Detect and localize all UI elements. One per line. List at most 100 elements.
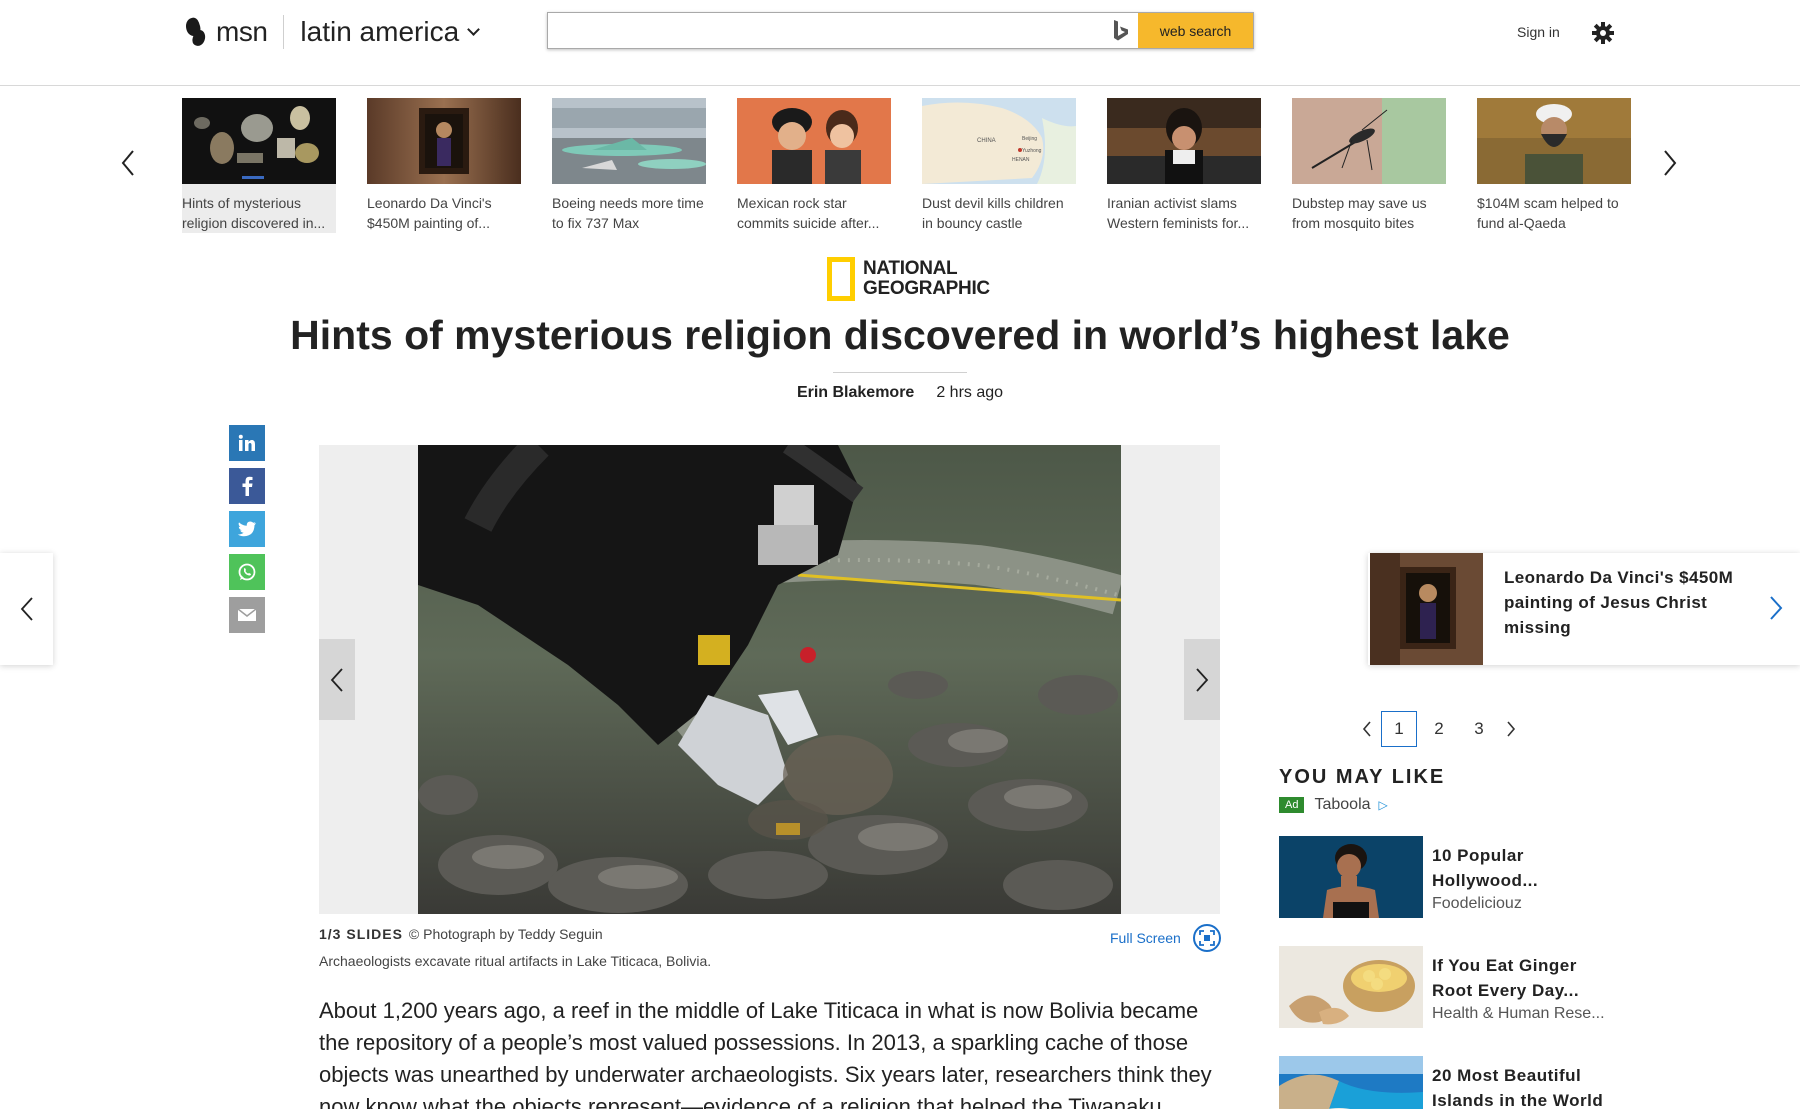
chevron-left-icon — [1362, 721, 1371, 737]
publish-time: 2 hrs ago — [936, 384, 1004, 401]
market-label: latin america — [300, 16, 460, 47]
chevron-right-icon — [1766, 593, 1786, 623]
next-article-thumbnail — [1370, 553, 1483, 665]
brand-text: msn — [216, 16, 268, 47]
photo-credit: © Photograph by Teddy Seguin — [408, 926, 603, 942]
page-3[interactable]: 3 — [1461, 711, 1497, 747]
ad-badge: Ad — [1279, 797, 1305, 813]
chevron-right-icon — [1196, 667, 1209, 692]
byline: Erin Blakemore 2 hrs ago — [0, 384, 1800, 402]
carousel-item-label: Dust devil kills children in bouncy cast… — [922, 195, 1064, 231]
page-next-button[interactable] — [1499, 717, 1523, 741]
recommendation-item[interactable]: If You Eat Ginger Root Every Day... Heal… — [1279, 946, 1609, 1028]
page-title: Hints of mysterious religion discovered … — [290, 312, 1510, 358]
slide-info: 1/3 SLIDES © Photograph by Teddy Seguin — [319, 926, 1220, 942]
gear-icon[interactable] — [1591, 21, 1615, 45]
carousel-item[interactable]: Iranian activist slams Western feminists… — [1107, 98, 1261, 233]
sign-in-link[interactable]: Sign in — [1517, 24, 1560, 40]
carousel-thumbnail — [1477, 98, 1631, 184]
next-article-card[interactable]: Leonardo Da Vinci's $450M painting of Je… — [1368, 553, 1800, 665]
article-body: About 1,200 years ago, a reef in the mid… — [319, 998, 1212, 1109]
whatsapp-icon[interactable] — [229, 554, 265, 590]
carousel-item-label: Boeing needs more time to fix 737 Max — [552, 195, 704, 231]
page-1[interactable]: 1 — [1381, 711, 1417, 747]
news-carousel: Hints of mysterious religion discovered … — [0, 96, 1800, 236]
web-search-button[interactable]: web search — [1138, 13, 1253, 48]
pagination: 1 2 3 — [1355, 711, 1523, 747]
full-screen-button[interactable]: Full Screen — [1110, 924, 1221, 952]
source-name: NATIONAL GEOGRAPHIC — [863, 259, 990, 299]
map-label: Beijing — [1022, 136, 1037, 142]
page-prev-button[interactable] — [1355, 717, 1379, 741]
page-2[interactable]: 2 — [1421, 711, 1457, 747]
slide-image[interactable] — [418, 445, 1121, 914]
sponsor-line[interactable]: Ad Taboola ▷ — [1279, 796, 1388, 814]
bing-icon — [1104, 13, 1138, 48]
carousel-item-label: Iranian activist slams Western feminists… — [1107, 195, 1250, 231]
national-geographic-logo[interactable]: NATIONAL GEOGRAPHIC — [827, 256, 990, 302]
chevron-right-icon — [1507, 721, 1516, 737]
search-box: web search — [547, 12, 1254, 49]
facebook-icon[interactable] — [229, 468, 265, 504]
carousel-thumbnail: CHINA Beijing Yuzhong HENAN — [922, 98, 1076, 184]
recommendation-title: 10 Popular Hollywood... — [1432, 846, 1539, 890]
carousel-prev-button[interactable] — [118, 148, 138, 178]
map-label: CHINA — [977, 138, 996, 144]
carousel-item[interactable]: CHINA Beijing Yuzhong HENAN Dust devil k… — [922, 98, 1076, 233]
carousel-item-label: Dubstep may save us from mosquito bites — [1292, 195, 1427, 231]
next-article-title: Leonardo Da Vinci's $450M painting of Je… — [1504, 568, 1734, 637]
previous-article-button[interactable] — [0, 553, 53, 665]
you-may-like-heading: YOU MAY LIKE — [1279, 766, 1446, 788]
search-input[interactable] — [548, 13, 1104, 48]
market-selector[interactable]: latin america — [300, 16, 481, 48]
chevron-down-icon — [467, 22, 481, 36]
yellow-frame-icon — [827, 257, 855, 301]
map-label: Yuzhong — [1022, 148, 1042, 154]
recommendation-thumbnail — [1279, 1056, 1423, 1109]
chevron-left-icon — [330, 667, 343, 692]
recommendation-thumbnail — [1279, 836, 1423, 918]
source-line-2: GEOGRAPHIC — [863, 278, 990, 299]
recommendation-source: Health & Human Rese... — [1432, 1005, 1605, 1022]
slide-counter: 1/3 SLIDES — [319, 926, 403, 942]
carousel-item-label: $104M scam helped to fund al-Qaeda — [1477, 195, 1619, 231]
recommendation-item[interactable]: 10 Popular Hollywood... Foodeliciouz — [1279, 836, 1609, 918]
slide-next-button[interactable] — [1184, 639, 1220, 720]
carousel-thumbnail — [367, 98, 521, 184]
chevron-left-icon — [121, 150, 134, 176]
carousel-item[interactable]: Dubstep may save us from mosquito bites — [1292, 98, 1446, 233]
chevron-left-icon — [20, 597, 33, 621]
carousel-item[interactable]: Mexican rock star commits suicide after.… — [737, 98, 891, 233]
carousel-item[interactable]: $104M scam helped to fund al-Qaeda — [1477, 98, 1631, 233]
slide-prev-button[interactable] — [319, 639, 355, 720]
carousel-item[interactable]: Hints of mysterious religion discovered … — [182, 98, 336, 233]
carousel-item-label: Leonardo Da Vinci's $450M painting of... — [367, 195, 492, 231]
slideshow — [319, 445, 1220, 914]
recommendation-title: If You Eat Ginger Root Every Day... — [1432, 956, 1580, 1000]
fullscreen-icon — [1192, 924, 1221, 952]
msn-logo[interactable]: msn latin america — [183, 14, 481, 50]
linkedin-icon[interactable] — [229, 425, 265, 461]
carousel-item[interactable]: Leonardo Da Vinci's $450M painting of... — [367, 98, 521, 233]
recommendation-source: Foodeliciouz — [1432, 895, 1522, 912]
divider — [283, 15, 285, 49]
carousel-item-label: Mexican rock star commits suicide after.… — [737, 195, 880, 231]
twitter-icon[interactable] — [229, 511, 265, 547]
map-label: HENAN — [1012, 157, 1030, 163]
email-icon[interactable] — [229, 597, 265, 633]
carousel-item[interactable]: Boeing needs more time to fix 737 Max — [552, 98, 706, 233]
recommendation-thumbnail — [1279, 946, 1423, 1028]
full-screen-label: Full Screen — [1110, 930, 1181, 946]
carousel-item-label: Hints of mysterious religion discovered … — [182, 195, 326, 231]
recommendation-item[interactable]: 20 Most Beautiful Islands in the World — [1279, 1056, 1609, 1109]
source-line-1: NATIONAL — [863, 258, 958, 279]
carousel-thumbnail — [1292, 98, 1446, 184]
title-divider — [833, 372, 967, 373]
carousel-thumbnail — [182, 98, 336, 184]
slide-caption: Archaeologists excavate ritual artifacts… — [319, 953, 712, 969]
play-triangle-icon: ▷ — [1378, 798, 1388, 812]
carousel-thumbnail — [1107, 98, 1261, 184]
carousel-next-button[interactable] — [1660, 148, 1680, 178]
carousel-thumbnail — [552, 98, 706, 184]
author-name[interactable]: Erin Blakemore — [797, 384, 914, 401]
